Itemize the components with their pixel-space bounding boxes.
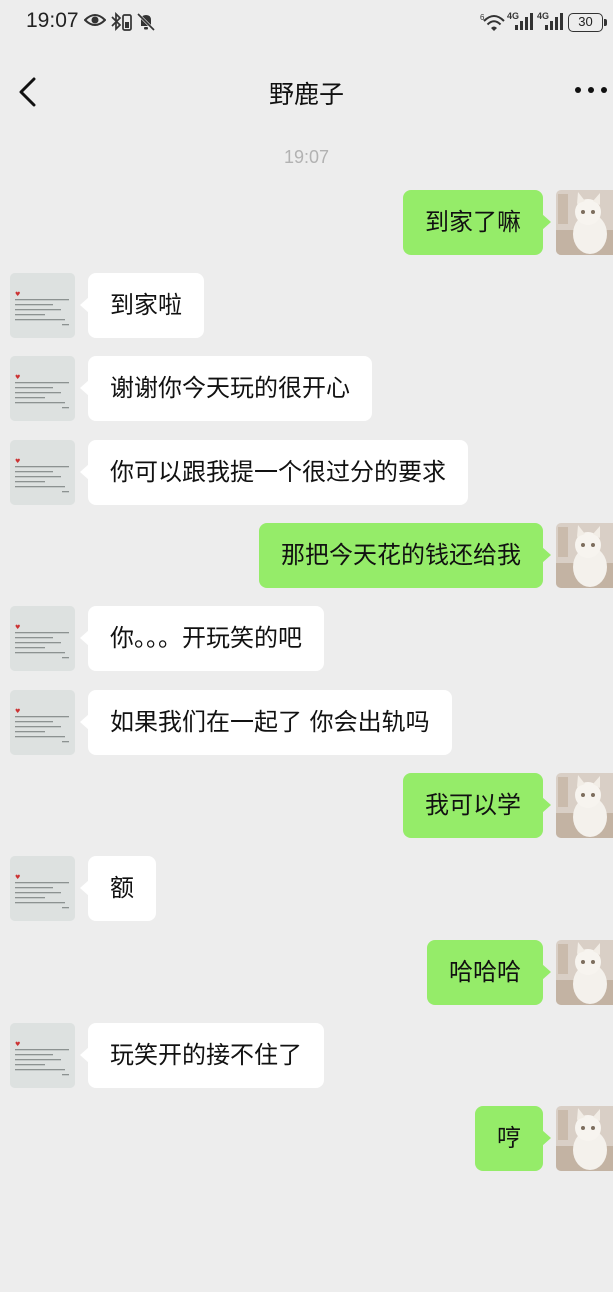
- message-row-outgoing: 那把今天花的钱还给我: [0, 523, 613, 589]
- avatar-contact[interactable]: ♥: [10, 356, 75, 421]
- svg-text:♥: ♥: [15, 374, 20, 381]
- avatar-contact[interactable]: ♥: [10, 606, 75, 671]
- eye-icon: [84, 14, 106, 26]
- message-bubble-incoming[interactable]: 谢谢你今天玩的很开心: [80, 356, 372, 421]
- message-bubble-incoming[interactable]: 你可以跟我提一个很过分的要求: [80, 440, 468, 505]
- avatar-contact[interactable]: ♥: [10, 690, 75, 755]
- chat-title: 野鹿子: [268, 80, 344, 109]
- mute-bell-icon: [136, 12, 156, 32]
- avatar-contact[interactable]: ♥: [10, 1023, 75, 1088]
- message-bubble-outgoing[interactable]: 到家了嘛: [403, 190, 551, 255]
- status-time: 19:07: [26, 9, 79, 32]
- message-row-outgoing: 哈哈哈: [0, 940, 613, 1006]
- message-bubble-outgoing[interactable]: 哼: [475, 1106, 551, 1171]
- message-row-incoming: ♥ 玩笑开的接不住了: [0, 1023, 613, 1089]
- message-bubble-incoming[interactable]: 到家啦: [80, 273, 204, 338]
- message-row-incoming: ♥ 如果我们在一起了 你会出轨吗: [0, 690, 613, 756]
- message-bubble-incoming[interactable]: 你。。。开玩笑的吧: [80, 606, 324, 671]
- battery-indicator: 30: [568, 13, 607, 32]
- avatar-contact[interactable]: ♥: [10, 856, 75, 921]
- avatar-self[interactable]: [556, 940, 613, 1005]
- message-bubble-incoming[interactable]: 玩笑开的接不住了: [80, 1023, 324, 1088]
- message-bubble-outgoing[interactable]: 哈哈哈: [427, 940, 551, 1005]
- message-bubble-outgoing[interactable]: 我可以学: [403, 773, 551, 838]
- signal-4g-icon: 4G: [507, 11, 533, 30]
- more-dots-icon[interactable]: [574, 86, 608, 94]
- svg-text:♥: ♥: [15, 291, 20, 298]
- status-bar: 19:07 6 4G 4G 30: [0, 0, 613, 46]
- svg-text:♥: ♥: [15, 1041, 20, 1048]
- avatar-self[interactable]: [556, 190, 613, 255]
- avatar-contact[interactable]: ♥: [10, 273, 75, 338]
- message-bubble-incoming[interactable]: 额: [80, 856, 156, 921]
- message-row-incoming: ♥ 到家啦: [0, 273, 613, 339]
- message-row-outgoing: 到家了嘛: [0, 190, 613, 256]
- svg-text:4G: 4G: [537, 11, 549, 21]
- message-row-incoming: ♥ 谢谢你今天玩的很开心: [0, 356, 613, 422]
- wifi-6-icon: 6: [480, 13, 505, 31]
- svg-text:♥: ♥: [15, 874, 20, 881]
- svg-text:4G: 4G: [507, 11, 519, 21]
- message-row-outgoing: 哼: [0, 1106, 613, 1172]
- avatar-self[interactable]: [556, 1106, 613, 1171]
- message-row-incoming: ♥ 你可以跟我提一个很过分的要求: [0, 440, 613, 506]
- bluetooth-battery-icon: [111, 12, 132, 32]
- message-bubble-incoming[interactable]: 如果我们在一起了 你会出轨吗: [80, 690, 452, 755]
- svg-text:♥: ♥: [15, 624, 20, 631]
- message-timestamp: 19:07: [283, 147, 330, 167]
- avatar-self[interactable]: [556, 523, 613, 588]
- avatar-self[interactable]: [556, 773, 613, 838]
- message-row-incoming: ♥ 你。。。开玩笑的吧: [0, 606, 613, 672]
- signal-4g-icon: 4G: [537, 11, 563, 30]
- svg-text:♥: ♥: [15, 458, 20, 465]
- avatar-contact[interactable]: ♥: [10, 440, 75, 505]
- message-bubble-outgoing[interactable]: 那把今天花的钱还给我: [259, 523, 551, 588]
- svg-text:♥: ♥: [15, 708, 20, 715]
- message-row-incoming: ♥ 额: [0, 856, 613, 922]
- message-row-outgoing: 我可以学: [0, 773, 613, 839]
- chat-header: 野鹿子: [0, 46, 613, 132]
